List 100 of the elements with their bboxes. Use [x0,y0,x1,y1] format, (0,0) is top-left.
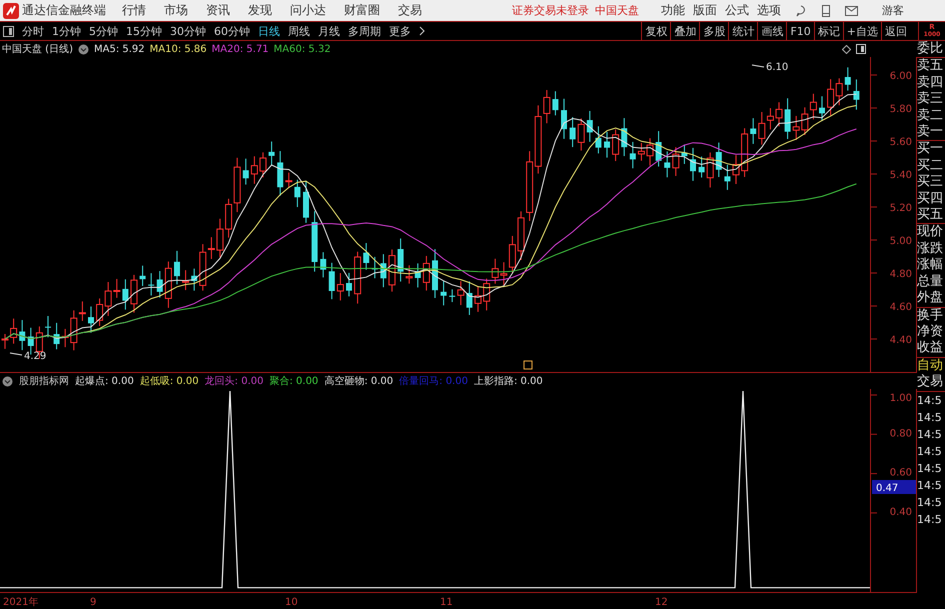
quote-field-label: 涨幅 [917,257,944,274]
status-text: 中国天盘 [595,3,639,18]
user-label[interactable]: 游客 [882,3,904,18]
ma-legend: MA60: 5.32 [274,44,331,54]
period-tab[interactable]: 1分钟 [52,24,81,38]
auto-trade-label[interactable]: 交易 [917,374,945,391]
app-title: 通达信金融终端 [22,2,106,19]
quote-field-label: 涨跌 [917,240,944,258]
price-axis-label: 5.20 [890,203,912,214]
quote-field-label: 买二 [917,158,944,174]
quote-field-label: 卖二 [917,108,944,124]
period-tab[interactable]: 月线 [318,24,340,38]
menu-item[interactable]: 选项 [757,2,781,19]
leader-line [10,352,22,356]
trade-time: 14:5 [917,512,943,528]
price-axis-label: 6.00 [890,71,912,82]
period-tab[interactable]: 15分钟 [126,24,162,38]
tool-button[interactable]: 复权 [641,22,670,40]
ma-legend: MA5: 5.92 [94,44,145,54]
period-tab[interactable]: 分时 [22,24,44,38]
menu-item[interactable]: 市场 [164,2,188,19]
menu-item[interactable]: 问小达 [290,2,326,19]
menu-item[interactable]: 公式 [725,2,749,19]
quote-field-label: 卖一 [917,124,944,140]
date-axis-label: 2021年 [3,597,38,608]
trade-time: 14:5 [917,444,943,460]
auto-trade-label[interactable]: 自动 [917,358,945,374]
indicator-name: 股朋指标网 [19,374,69,388]
tool-button[interactable]: +自选 [842,22,881,40]
chart-title: 中国天盘 (日线) [2,42,73,56]
price-axis-label: 4.60 [890,302,912,313]
quote-field-label: 卖四 [917,74,944,91]
menu-item[interactable]: 资讯 [206,2,230,19]
low-price-label: 4.29 [24,351,46,362]
leader-line [752,64,764,68]
marker-icon[interactable] [524,360,532,370]
quote-field-label: 买四 [917,190,944,208]
tool-button[interactable]: 多股 [699,22,728,40]
date-axis-label: 10 [285,597,298,608]
period-tab[interactable]: 30分钟 [170,24,206,38]
settings-circle-icon[interactable] [2,376,13,386]
trade-time: 14:5 [917,426,943,443]
ma-legend: MA10: 5.86 [150,44,207,54]
app-logo-icon [3,2,19,18]
indicator-axis-label: 1.00 [890,393,912,404]
panel-toggle-icon[interactable] [856,44,866,54]
menu-item[interactable]: 版面 [693,2,717,19]
period-tab[interactable]: 日线 [258,24,280,38]
period-tab[interactable]: 周线 [288,24,310,38]
period-tab[interactable]: 多周期 [348,24,381,38]
indicator-value: 倍量回马: 0.00 [399,374,468,388]
tool-button[interactable]: 统计 [728,22,758,40]
quote-field-label: 总量 [917,274,944,290]
indicator-value: 聚合: 0.00 [269,375,318,388]
date-axis-label: 11 [440,597,453,608]
quote-field-label: 卖五 [917,58,944,75]
high-price-label: 6.10 [766,62,788,73]
price-axis-label: 4.80 [890,269,912,280]
diamond-icon[interactable] [842,44,851,54]
quote-field-label: 买五 [917,207,944,224]
cursor-value-label: 0.47 [872,480,916,494]
indicator-value: 上影指路: 0.00 [474,374,543,388]
trade-time: 14:5 [917,494,943,511]
quote-field-label: 现价 [917,224,944,241]
chevron-right-icon[interactable] [419,26,425,36]
mail-icon[interactable] [845,5,858,16]
indicator-value: 起低吸: 0.00 [140,374,199,388]
menu-item[interactable]: 功能 [661,2,685,19]
indicator-axis-label: 0.60 [890,468,912,479]
settings-circle-icon[interactable] [78,44,89,54]
quote-field-label: 买一 [917,141,944,158]
trade-time: 14:5 [917,392,943,409]
indicator-value: 起爆点: 0.00 [75,374,134,388]
trade-time: 14:5 [917,460,943,477]
trade-time: 14:5 [917,410,943,426]
indicator-value: 高空砸物: 0.00 [324,374,394,388]
indicator-value: 龙回头: 0.00 [204,374,264,388]
period-tab[interactable]: 更多 [389,24,411,38]
ma-legend: MA20: 5.71 [212,44,269,54]
indicator-axis-label: 0.40 [890,506,912,518]
panel-toggle-icon[interactable] [3,26,14,36]
phone-icon[interactable] [821,4,831,16]
price-axis-label: 5.40 [890,170,912,181]
menu-item[interactable]: 交易 [398,2,422,19]
quote-field-label: 外盘 [917,290,944,306]
menu-item[interactable]: 行情 [122,2,146,19]
price-axis-label: 5.60 [890,137,912,148]
menu-item[interactable]: 发现 [248,2,272,19]
date-axis-label: 9 [90,597,96,608]
status-text: 证券交易未登录 [512,3,589,18]
quote-field-label: 净资 [917,324,944,340]
quote-field-label: 收益 [917,340,944,357]
trade-time: 14:5 [917,478,943,494]
indicator-axis-label: 0.80 [890,428,912,440]
quote-field-label: 买三 [917,174,944,191]
price-axis-label: 5.00 [890,236,912,247]
date-axis-label: 12 [655,597,668,608]
period-tab[interactable]: 5分钟 [89,24,118,38]
menu-item[interactable]: 财富圈 [344,2,380,19]
period-tab[interactable]: 60分钟 [214,24,250,38]
